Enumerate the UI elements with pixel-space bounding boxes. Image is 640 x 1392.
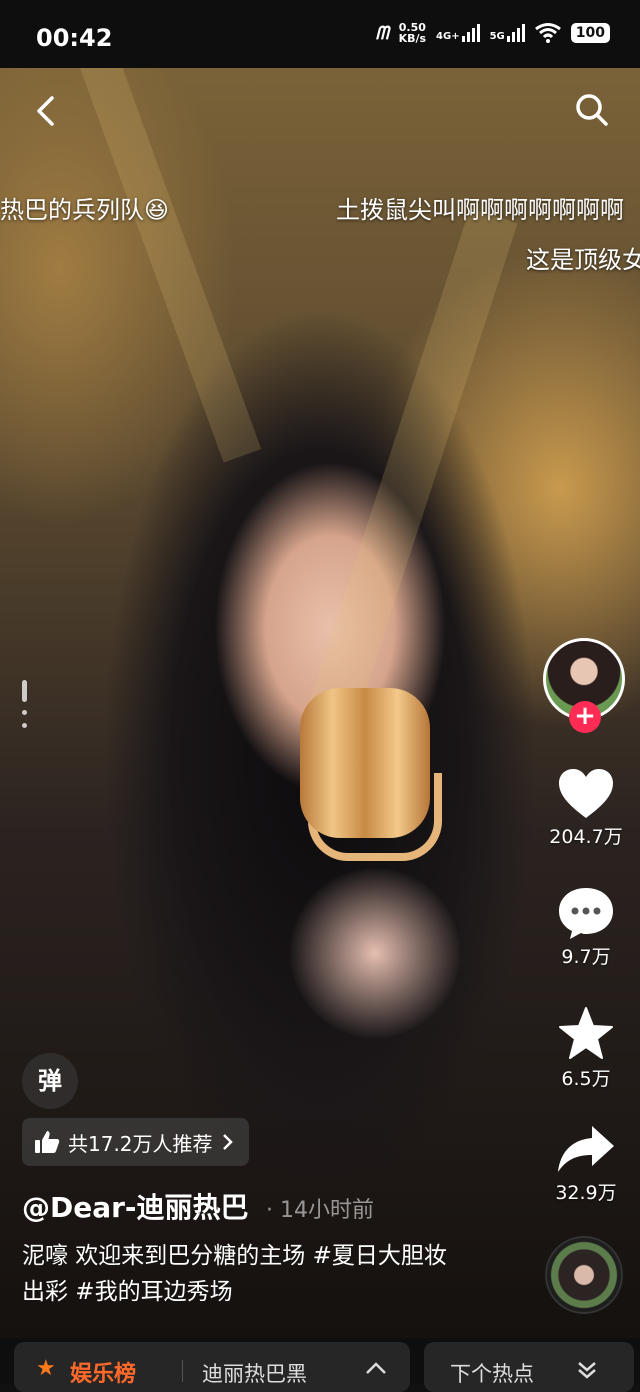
recommend-chip[interactable]: 共17.2万人推荐 <box>22 1118 249 1166</box>
status-icons: ᗰ 0.50 KB/s 4G+ 5G 100 <box>376 22 610 44</box>
video-description[interactable]: 泥嚎 欢迎来到巴分糖的主场 #夏日大胆妆出彩 #我的耳边秀场 <box>22 1238 462 1310</box>
danmaku-comment: 热巴的兵列队😆 <box>0 196 170 224</box>
favorite-button[interactable]: 6.5万 <box>536 1006 636 1091</box>
video-player[interactable]: 热巴的兵列队😆 土拨鼠尖叫啊啊啊啊啊啊啊 这是顶级女 + 204.7万 9.7万… <box>0 68 640 1338</box>
status-bar: 00:42 ᗰ 0.50 KB/s 4G+ 5G 100 <box>0 0 640 68</box>
chevron-up-icon <box>366 1362 386 1374</box>
video-progress-indicator <box>22 680 27 736</box>
music-disc[interactable] <box>545 1236 623 1314</box>
background-light-ray <box>80 68 262 463</box>
search-icon[interactable] <box>574 92 610 128</box>
thumbs-up-icon <box>35 1131 60 1153</box>
background-light-ray <box>309 208 518 719</box>
net-speed: 0.50 KB/s <box>398 21 427 45</box>
app-notification-icon: ᗰ <box>375 22 389 44</box>
chevron-right-icon <box>222 1134 233 1150</box>
comment-count: 9.7万 <box>561 946 611 968</box>
hand-shape <box>290 868 460 1038</box>
favorite-count: 6.5万 <box>561 1068 611 1090</box>
star-icon <box>559 1007 613 1059</box>
clock: 00:42 <box>36 24 113 52</box>
like-count: 204.7万 <box>549 826 623 848</box>
microphone-image <box>300 688 430 838</box>
author-name[interactable]: @Dear-迪丽热巴 <box>22 1186 249 1226</box>
rank-star-icon: ★ <box>36 1356 56 1381</box>
recommend-text: 共17.2万人推荐 <box>68 1131 213 1156</box>
bottom-hot-bar: ★ 娱乐榜 迪丽热巴黑 下个热点 <box>0 1338 640 1392</box>
danmaku-comment: 这是顶级女 <box>526 246 640 274</box>
comment-button[interactable]: 9.7万 <box>536 886 636 969</box>
next-hot-pill[interactable]: 下个热点 <box>424 1342 634 1392</box>
entertainment-rank-pill[interactable]: ★ 娱乐榜 迪丽热巴黑 <box>14 1342 410 1392</box>
double-chevron-down-icon <box>578 1362 596 1379</box>
danmaku-toggle-button[interactable]: 弹 <box>22 1053 78 1109</box>
back-arrow-icon[interactable] <box>30 94 64 128</box>
share-count: 32.9万 <box>555 1182 617 1204</box>
danmaku-comment: 土拨鼠尖叫啊啊啊啊啊啊啊 <box>336 196 624 224</box>
share-button[interactable]: 32.9万 <box>536 1124 636 1205</box>
heart-icon <box>559 769 613 818</box>
comment-bubble-icon <box>559 888 613 939</box>
battery-indicator: 100 <box>570 23 610 43</box>
post-time: · 14小时前 <box>266 1198 374 1223</box>
divider <box>182 1360 183 1382</box>
signal-5g-icon: 5G <box>490 24 525 42</box>
like-button[interactable]: 204.7万 <box>536 768 636 849</box>
rank-label: 娱乐榜 <box>70 1362 137 1387</box>
follow-plus-icon[interactable]: + <box>569 701 601 733</box>
wifi-icon <box>534 23 561 43</box>
signal-4g-icon: 4G+ <box>436 24 480 42</box>
share-arrow-icon <box>558 1126 614 1172</box>
